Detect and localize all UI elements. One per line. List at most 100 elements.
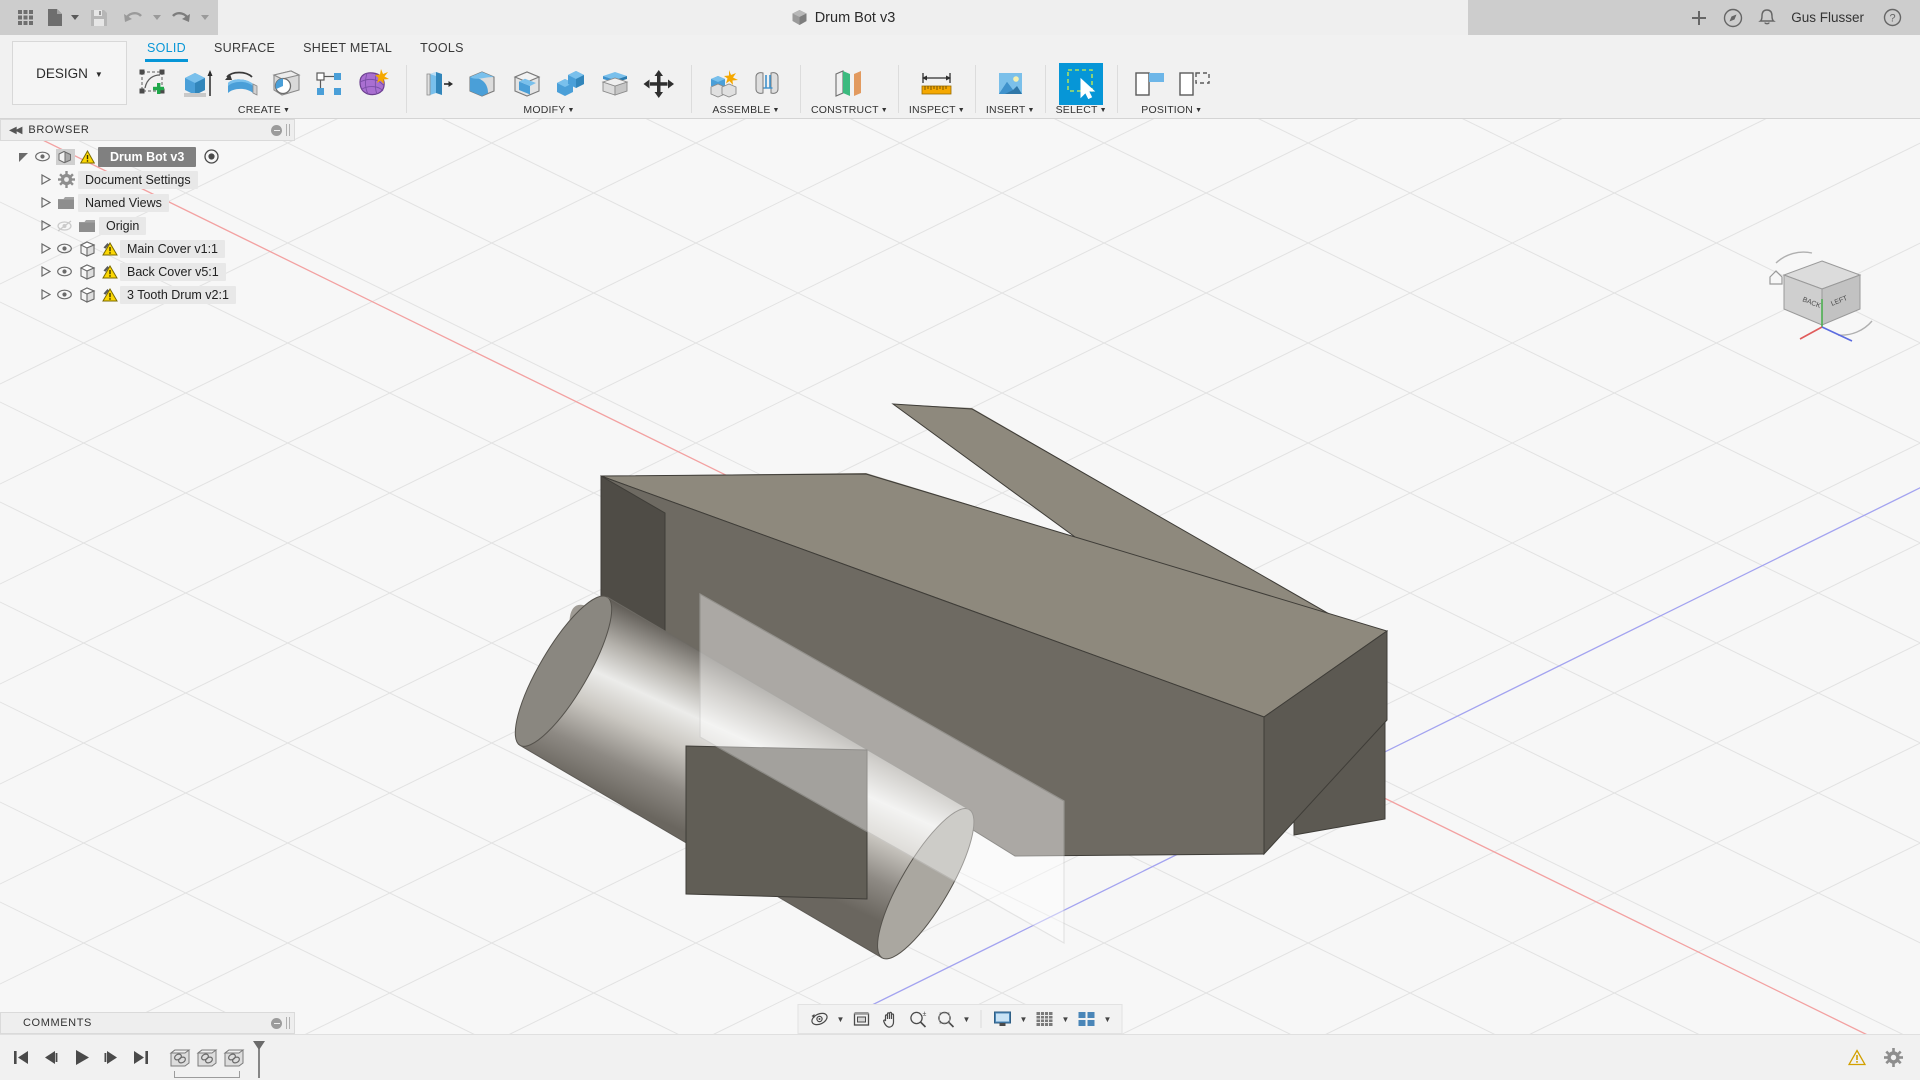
timeline-playhead[interactable] xyxy=(252,1041,266,1080)
expand-triangle-icon[interactable] xyxy=(36,168,54,191)
browser-main-cover-label[interactable]: Main Cover v1:1 xyxy=(120,240,225,258)
app-grid-button[interactable] xyxy=(8,3,42,33)
help-button[interactable]: ? xyxy=(1876,3,1908,33)
comments-header[interactable]: COMMENTS xyxy=(0,1012,295,1034)
browser-root-label[interactable]: Drum Bot v3 xyxy=(98,147,196,167)
measure-icon[interactable] xyxy=(915,63,959,105)
browser-document-settings-label[interactable]: Document Settings xyxy=(78,171,198,189)
redo-button[interactable] xyxy=(164,3,198,33)
notifications-button[interactable] xyxy=(1751,3,1783,33)
undo-caret-icon[interactable] xyxy=(150,3,164,33)
browser-row-document-settings[interactable]: Document Settings xyxy=(0,168,300,191)
undo-button[interactable] xyxy=(116,3,150,33)
shell-icon[interactable] xyxy=(505,63,549,105)
tab-tools[interactable]: TOOLS xyxy=(406,35,478,60)
visibility-eye-icon[interactable] xyxy=(54,237,75,260)
new-file-button[interactable] xyxy=(42,3,68,33)
timeline-go-to-beginning[interactable] xyxy=(10,1045,32,1071)
tab-surface[interactable]: SURFACE xyxy=(200,35,289,60)
browser-back-cover-label[interactable]: Back Cover v5:1 xyxy=(120,263,226,281)
insert-image-icon[interactable] xyxy=(988,63,1032,105)
pattern-icon[interactable] xyxy=(308,63,352,105)
browser-3-tooth-drum-label[interactable]: 3 Tooth Drum v2:1 xyxy=(120,286,236,304)
fit-icon[interactable] xyxy=(849,1006,875,1032)
activate-component-radio[interactable] xyxy=(200,145,222,168)
new-file-caret-icon[interactable] xyxy=(68,3,82,33)
browser-origin-label[interactable]: Origin xyxy=(99,217,146,235)
expand-triangle-icon[interactable] xyxy=(36,237,54,260)
timeline-step-forward[interactable] xyxy=(100,1045,122,1071)
timeline-warning-icon[interactable] xyxy=(1846,1045,1868,1071)
warning-icon[interactable] xyxy=(77,145,98,168)
pan-hand-icon[interactable] xyxy=(877,1006,903,1032)
zoom-window-caret-icon[interactable]: ▼ xyxy=(961,1006,973,1032)
viewports-caret-icon[interactable]: ▼ xyxy=(1102,1006,1114,1032)
browser-resize-grip[interactable] xyxy=(286,124,290,136)
timeline-feature-3[interactable] xyxy=(220,1045,247,1071)
position-icon[interactable] xyxy=(1172,63,1216,105)
timeline-play[interactable] xyxy=(70,1045,92,1071)
browser-header[interactable]: ◀◀ BROWSER xyxy=(0,119,295,141)
comments-resize-grip[interactable] xyxy=(286,1017,290,1029)
visibility-eye-icon[interactable] xyxy=(54,260,75,283)
expand-triangle-icon[interactable] xyxy=(14,145,32,168)
browser-row-named-views[interactable]: Named Views xyxy=(0,191,300,214)
revolve-icon[interactable] xyxy=(220,63,264,105)
move-copy-icon[interactable] xyxy=(637,63,681,105)
warning-icon[interactable] xyxy=(99,260,120,283)
browser-row-main-cover[interactable]: Main Cover v1:1 xyxy=(0,237,300,260)
timeline-step-back[interactable] xyxy=(40,1045,62,1071)
document-tab[interactable]: Drum Bot v3 xyxy=(218,0,1468,35)
monitor-icon[interactable] xyxy=(990,1006,1016,1032)
orbit-caret-icon[interactable]: ▼ xyxy=(835,1006,847,1032)
tab-sheet-metal[interactable]: SHEET METAL xyxy=(289,35,406,60)
new-tab-button[interactable] xyxy=(1683,3,1715,33)
extensions-button[interactable] xyxy=(1717,3,1749,33)
browser-row-back-cover[interactable]: Back Cover v5:1 xyxy=(0,260,300,283)
align-icon[interactable] xyxy=(1128,63,1172,105)
browser-row-root[interactable]: Drum Bot v3 xyxy=(0,145,300,168)
new-component-icon[interactable] xyxy=(702,63,746,105)
sweep-icon[interactable] xyxy=(264,63,308,105)
expand-triangle-icon[interactable] xyxy=(36,283,54,306)
comments-minimize-button[interactable] xyxy=(271,1018,282,1029)
timeline-feature-2[interactable] xyxy=(193,1045,220,1071)
timeline-go-to-end[interactable] xyxy=(130,1045,152,1071)
timeline-settings-gear-icon[interactable] xyxy=(1882,1045,1904,1071)
display-settings-caret-icon[interactable]: ▼ xyxy=(1018,1006,1030,1032)
save-button[interactable] xyxy=(82,3,116,33)
split-face-icon[interactable] xyxy=(593,63,637,105)
timeline-feature-1[interactable] xyxy=(166,1045,193,1071)
grid-icon[interactable] xyxy=(1032,1006,1058,1032)
view-cube[interactable]: BACK LEFT xyxy=(1760,249,1890,359)
orbit-icon[interactable] xyxy=(807,1006,833,1032)
visibility-eye-icon[interactable] xyxy=(32,145,53,168)
expand-triangle-icon[interactable] xyxy=(36,191,54,214)
grid-snaps-caret-icon[interactable]: ▼ xyxy=(1060,1006,1072,1032)
workspace-selector[interactable]: DESIGN ▼ xyxy=(12,41,127,105)
browser-named-views-label[interactable]: Named Views xyxy=(78,194,169,212)
form-icon[interactable] xyxy=(352,63,396,105)
offset-plane-icon[interactable] xyxy=(827,63,871,105)
visibility-eye-icon[interactable] xyxy=(54,283,75,306)
extrude-icon[interactable] xyxy=(176,63,220,105)
press-pull-icon[interactable] xyxy=(417,63,461,105)
collapse-icon[interactable]: ◀◀ xyxy=(9,125,20,136)
joint-icon[interactable] xyxy=(746,63,790,105)
expand-triangle-icon[interactable] xyxy=(36,260,54,283)
warning-icon[interactable] xyxy=(99,237,120,260)
viewports-icon[interactable] xyxy=(1074,1006,1100,1032)
browser-row-3-tooth-drum[interactable]: 3 Tooth Drum v2:1 xyxy=(0,283,300,306)
fillet-icon[interactable] xyxy=(461,63,505,105)
browser-row-origin[interactable]: Origin xyxy=(0,214,300,237)
warning-icon[interactable] xyxy=(99,283,120,306)
redo-caret-icon[interactable] xyxy=(198,3,212,33)
expand-triangle-icon[interactable] xyxy=(36,214,54,237)
zoom-window-icon[interactable] xyxy=(933,1006,959,1032)
combine-icon[interactable] xyxy=(549,63,593,105)
select-tool-icon[interactable] xyxy=(1059,63,1103,105)
zoom-icon[interactable]: ± xyxy=(905,1006,931,1032)
browser-minimize-button[interactable] xyxy=(271,125,282,136)
visibility-eye-off-icon[interactable] xyxy=(54,214,75,237)
create-sketch-icon[interactable] xyxy=(132,63,176,105)
